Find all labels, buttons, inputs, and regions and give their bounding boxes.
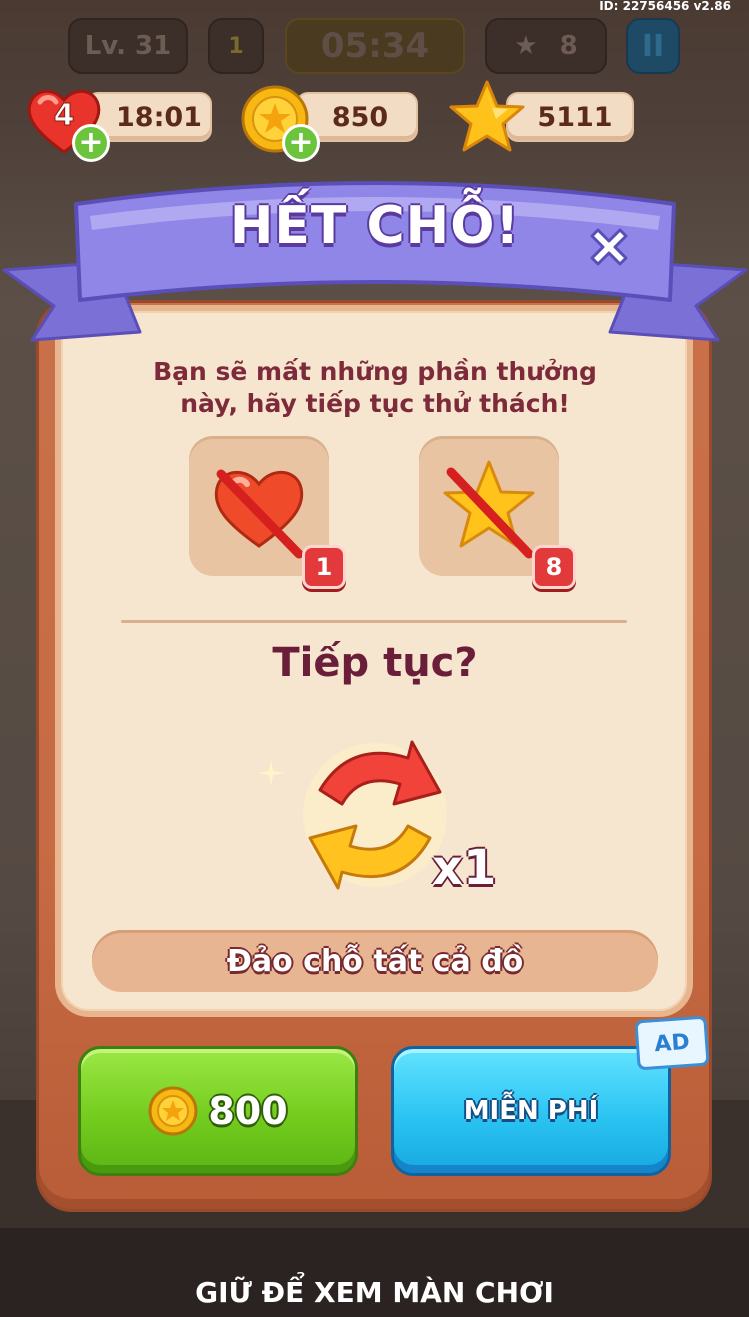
free-button-label: MIỄN PHÍ — [463, 1096, 599, 1126]
stars-collected: ★ 8 — [485, 18, 607, 74]
version-label: ID: 22756456 v2.86 — [599, 0, 731, 13]
heart-crossed-icon — [214, 469, 304, 559]
close-button[interactable] — [582, 220, 636, 274]
pause-button[interactable]: II — [626, 18, 680, 74]
level-indicator: Lv. 31 — [68, 18, 188, 74]
coin-icon — [148, 1086, 198, 1136]
plus-icon: + — [78, 125, 104, 160]
star-icon: ★ — [514, 31, 538, 61]
divider — [121, 620, 627, 623]
popup-message: Bạn sẽ mất những phần thưởng này, hãy ti… — [153, 357, 597, 418]
plus-icon: + — [288, 125, 314, 160]
level-timer: 05:34 — [285, 18, 465, 74]
star-icon — [448, 78, 526, 156]
free-continue-button[interactable]: MIỄN PHÍ — [391, 1046, 671, 1176]
buy-continue-button[interactable]: 800 — [78, 1046, 358, 1176]
pet-count: 1 — [228, 33, 244, 59]
booster-description: Đảo chỗ tất cả đồ — [92, 930, 658, 992]
booster-multiplier: x1 — [432, 840, 497, 896]
hearts-count: 4 — [53, 98, 75, 134]
sparkle-icon — [258, 760, 284, 786]
continue-prompt: Tiếp tục? — [272, 640, 478, 686]
pet-slot: 1 — [208, 18, 264, 74]
add-coins-button[interactable]: + — [282, 124, 320, 162]
stars-collected-count: 8 — [559, 31, 578, 61]
lost-hearts-count: 1 — [302, 545, 346, 589]
hold-to-view-level[interactable]: GIỮ ĐỂ XEM MÀN CHƠI — [0, 1276, 749, 1309]
star-crossed-icon — [443, 460, 535, 559]
lost-stars-count: 8 — [532, 545, 576, 589]
close-icon — [590, 228, 628, 266]
coins-count: 850 — [331, 101, 389, 133]
pause-icon: II — [641, 28, 665, 64]
buy-price: 800 — [208, 1089, 288, 1133]
popup-title: HẾT CHỖ! — [229, 196, 521, 256]
ad-badge: AD — [634, 1015, 710, 1071]
hearts-refill-timer: 18:01 — [116, 101, 202, 133]
add-hearts-button[interactable]: + — [72, 124, 110, 162]
stars-total: 5111 — [537, 101, 613, 133]
